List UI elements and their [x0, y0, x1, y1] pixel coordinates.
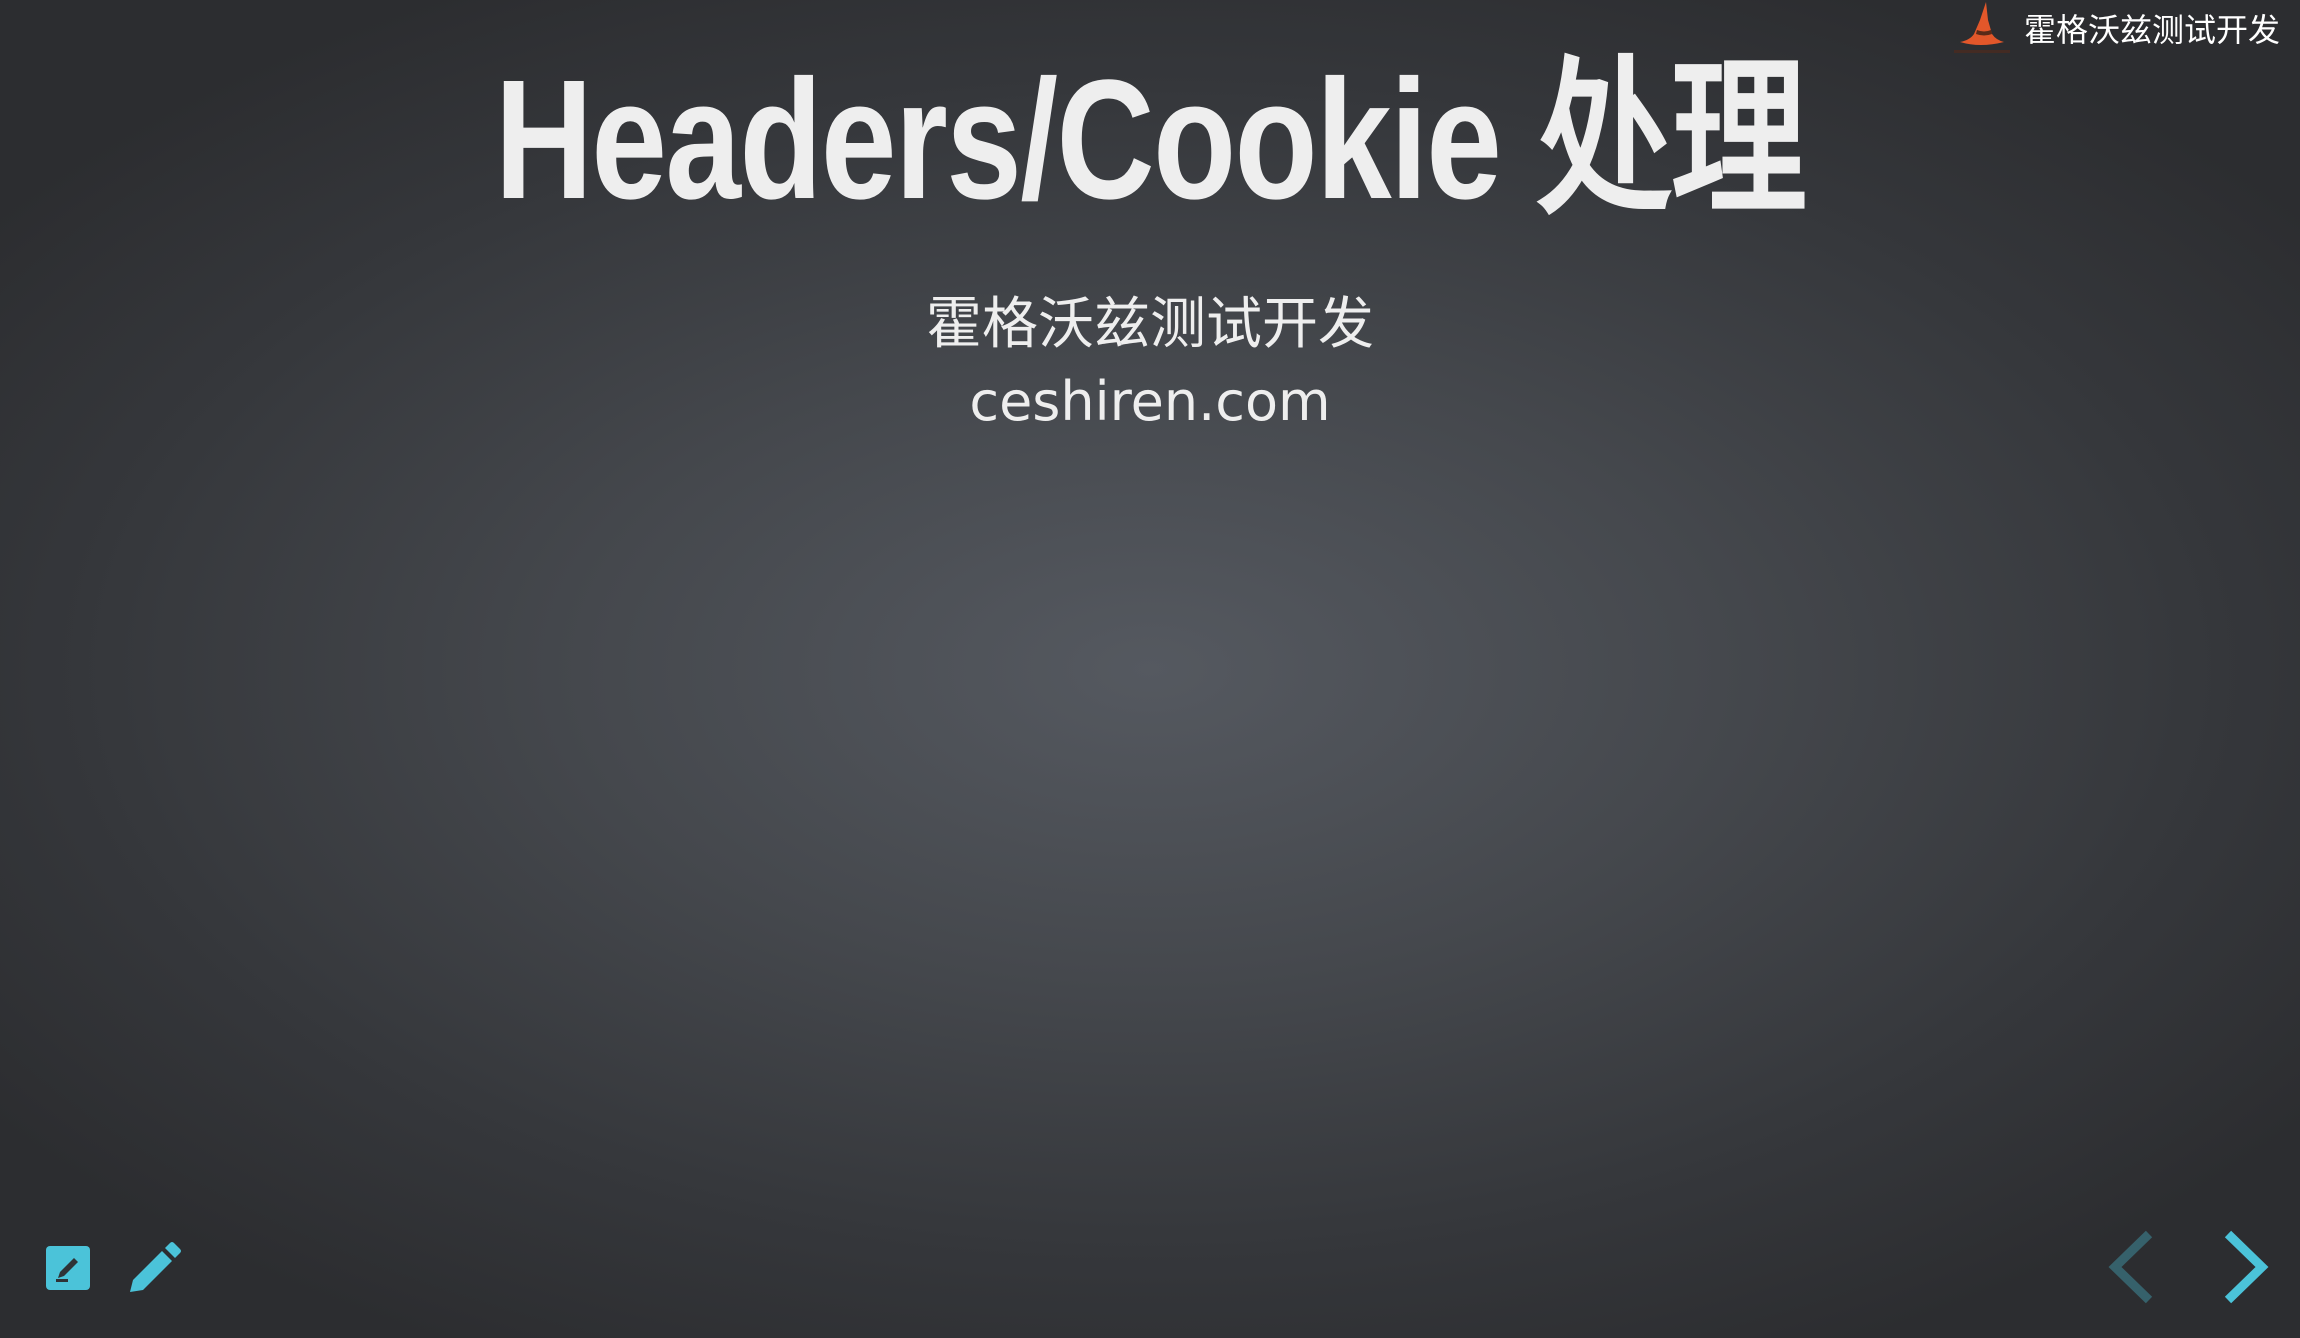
pen-button[interactable] — [124, 1240, 184, 1300]
slide-url: ceshiren.com — [969, 370, 1331, 433]
pen-icon — [130, 1242, 181, 1292]
chevron-left-icon — [2108, 1230, 2153, 1304]
notes-icon — [46, 1246, 90, 1290]
next-slide-button[interactable] — [2218, 1228, 2272, 1306]
slide-title: Headers/Cookie 处理 — [494, 45, 1807, 235]
chevron-right-icon — [2224, 1230, 2269, 1304]
notes-button[interactable] — [46, 1246, 96, 1296]
slide-subtitle: 霍格沃兹测试开发 — [926, 292, 1374, 357]
previous-slide-button[interactable] — [2105, 1228, 2159, 1306]
